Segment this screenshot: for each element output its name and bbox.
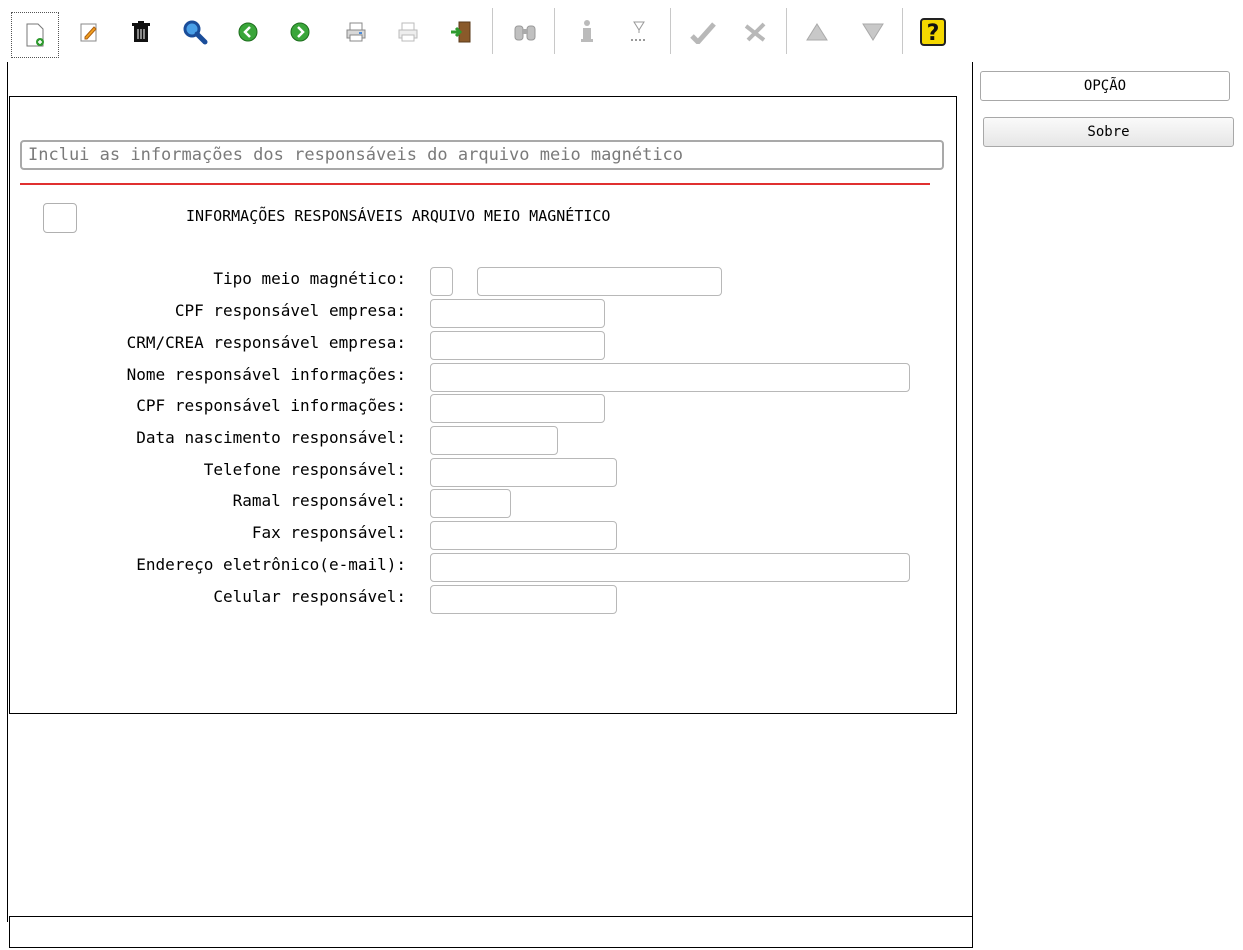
tipo-meio-desc-input[interactable] bbox=[477, 267, 722, 296]
toolbar-separator bbox=[786, 8, 787, 54]
tipo-meio-label: Tipo meio magnético: bbox=[213, 269, 406, 288]
section-title: INFORMAÇÕES RESPONSÁVEIS ARQUIVO MEIO MA… bbox=[186, 207, 611, 225]
email-label: Endereço eletrônico(e-mail): bbox=[136, 555, 406, 574]
cpf-empresa-label: CPF responsável empresa: bbox=[174, 301, 406, 320]
telefone-input[interactable] bbox=[430, 458, 617, 487]
check-icon[interactable] bbox=[684, 10, 722, 54]
new-doc-icon[interactable] bbox=[11, 12, 59, 58]
crm-crea-label: CRM/CREA responsável empresa: bbox=[126, 333, 406, 352]
delete-icon[interactable] bbox=[122, 10, 160, 54]
fax-input[interactable] bbox=[430, 521, 617, 550]
toolbar-separator bbox=[902, 8, 903, 54]
hourglass-icon[interactable] bbox=[620, 10, 658, 54]
opcao-button[interactable]: OPÇÃO bbox=[980, 71, 1230, 101]
cancel-icon[interactable] bbox=[736, 10, 774, 54]
toolbar-separator bbox=[492, 8, 493, 54]
cpf-empresa-input[interactable] bbox=[430, 299, 605, 328]
toolbar-separator bbox=[554, 8, 555, 54]
tipo-meio-code-input[interactable] bbox=[430, 267, 453, 296]
data-nascimento-input[interactable] bbox=[430, 426, 558, 455]
toolbar-separator bbox=[670, 8, 671, 54]
telefone-label: Telefone responsável: bbox=[203, 460, 406, 479]
toolbar: ? bbox=[0, 0, 975, 62]
up-icon[interactable] bbox=[798, 10, 836, 54]
previous-icon[interactable] bbox=[229, 10, 267, 54]
sobre-button[interactable]: Sobre bbox=[983, 117, 1234, 147]
cpf-informacoes-label: CPF responsável informações: bbox=[136, 396, 406, 415]
program-description: Inclui as informações dos responsáveis d… bbox=[20, 140, 944, 170]
nome-responsavel-input[interactable] bbox=[430, 363, 910, 392]
info-icon[interactable] bbox=[568, 10, 606, 54]
divider bbox=[20, 183, 930, 185]
email-input[interactable] bbox=[430, 553, 910, 582]
help-icon[interactable]: ? bbox=[914, 10, 952, 54]
svg-text:?: ? bbox=[927, 21, 940, 46]
search-icon[interactable] bbox=[176, 10, 214, 54]
celular-input[interactable] bbox=[430, 585, 617, 614]
ramal-input[interactable] bbox=[430, 489, 511, 518]
cpf-informacoes-input[interactable] bbox=[430, 394, 605, 423]
edit-icon[interactable] bbox=[70, 10, 108, 54]
binoculars-icon[interactable] bbox=[506, 10, 544, 54]
celular-label: Celular responsável: bbox=[213, 587, 406, 606]
exit-icon[interactable] bbox=[442, 10, 480, 54]
print-icon[interactable] bbox=[337, 10, 375, 54]
crm-crea-input[interactable] bbox=[430, 331, 605, 360]
ramal-label: Ramal responsável: bbox=[232, 491, 406, 510]
down-icon[interactable] bbox=[854, 10, 892, 54]
nome-responsavel-label: Nome responsável informações: bbox=[126, 365, 406, 384]
print-disabled-icon[interactable] bbox=[389, 10, 427, 54]
status-bar bbox=[9, 916, 973, 948]
next-icon[interactable] bbox=[281, 10, 319, 54]
data-nascimento-label: Data nascimento responsável: bbox=[136, 428, 406, 447]
section-checkbox[interactable] bbox=[43, 203, 77, 233]
fax-label: Fax responsável: bbox=[251, 523, 406, 542]
